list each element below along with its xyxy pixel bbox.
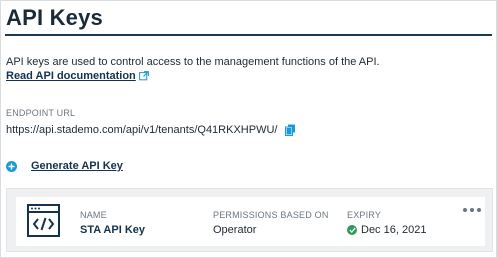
external-link-icon [138, 71, 149, 81]
api-keys-panel: API Keys API keys are used to control ac… [0, 0, 497, 258]
read-api-docs-label: Read API documentation [6, 70, 136, 82]
endpoint-url-row: https://api.stademo.com/api/v1/tenants/Q… [6, 124, 296, 136]
name-column-label: NAME [80, 210, 107, 220]
plus-circle-icon [6, 160, 17, 172]
endpoint-url-label: ENDPOINT URL [6, 108, 76, 118]
api-key-name: STA API Key [80, 224, 145, 236]
expiry-value-row: Dec 16, 2021 [347, 224, 426, 236]
generate-api-key-label: Generate API Key [31, 160, 123, 172]
expiry-date: Dec 16, 2021 [361, 224, 427, 236]
permissions-value: Operator [213, 224, 257, 236]
endpoint-url-value: https://api.stademo.com/api/v1/tenants/Q… [6, 124, 278, 136]
generate-api-key-button[interactable]: Generate API Key [6, 160, 123, 172]
code-window-icon [27, 204, 60, 237]
api-key-row[interactable]: NAME STA API Key PERMISSIONS BASED ON Op… [16, 197, 485, 246]
more-dot [463, 208, 467, 212]
read-api-docs-link[interactable]: Read API documentation [6, 70, 149, 82]
title-divider [5, 34, 492, 36]
more-options-icon[interactable] [463, 208, 481, 214]
copy-icon[interactable] [285, 124, 296, 136]
page-title: API Keys [6, 5, 103, 30]
api-key-card: NAME STA API Key PERMISSIONS BASED ON Op… [6, 188, 493, 252]
more-dot [470, 208, 474, 212]
permissions-column-label: PERMISSIONS BASED ON [213, 210, 329, 220]
expiry-column-label: EXPIRY [347, 210, 382, 220]
more-dot [477, 208, 481, 212]
check-circle-icon [347, 225, 357, 235]
page-description: API keys are used to control access to t… [6, 56, 380, 68]
